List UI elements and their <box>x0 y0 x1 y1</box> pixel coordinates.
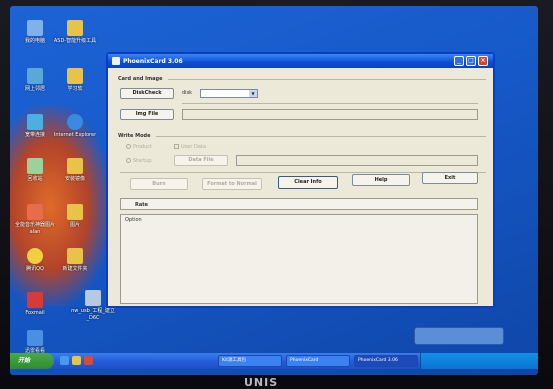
disk-select-value <box>201 101 203 107</box>
group-divider <box>182 103 478 104</box>
card-image-group-label: Card and Image <box>118 76 163 82</box>
start-button[interactable]: 开始 <box>10 353 54 369</box>
radio-circle-icon <box>126 158 131 163</box>
document-icon <box>85 290 101 306</box>
xunlei-icon <box>27 330 43 346</box>
taskbar-item-phoenixcard-306[interactable]: PhoenixCard 3.06 <box>354 355 418 367</box>
folder-icon <box>67 204 83 220</box>
rate-header: Rate <box>120 198 478 210</box>
desktop-icon-install-image[interactable]: 安装镜像 <box>52 158 98 183</box>
log-panel[interactable]: Option <box>120 214 478 304</box>
desktop-icon-foxmail[interactable]: Foxmail <box>12 292 58 317</box>
ie-quicklaunch-icon[interactable] <box>60 356 69 365</box>
monitor-brand-logo: UNIS <box>244 376 279 389</box>
app-icon <box>112 57 120 65</box>
minimize-button[interactable]: _ <box>454 56 464 66</box>
qq-penguin-icon <box>27 248 43 264</box>
img-file-button[interactable]: Img File <box>120 109 174 120</box>
write-mode-group-label: Write Mode <box>118 133 151 139</box>
desktop-icon-new-folder[interactable]: 新建文件夹 <box>52 248 98 273</box>
user-data-checkbox[interactable]: User Data <box>174 144 206 150</box>
close-button[interactable]: × <box>478 56 488 66</box>
title-bar[interactable]: PhoenixCard 3.06 <box>108 54 493 68</box>
desktop-icon-study[interactable]: 学习软 <box>52 68 98 93</box>
data-file-path[interactable] <box>236 155 478 166</box>
internet-explorer-icon <box>67 114 83 130</box>
user-data-label: User Data <box>181 144 206 150</box>
burn-button[interactable]: Burn <box>130 178 188 190</box>
disk-select[interactable]: ▼ <box>200 89 258 98</box>
desktop: 我的电脑 ASD-智能升级工具 网上邻居 学习软 宽带连接 Internet E… <box>10 6 538 375</box>
window-title: PhoenixCard 3.06 <box>123 57 183 65</box>
option-label: Option <box>125 217 142 223</box>
tray-notification[interactable] <box>414 327 504 345</box>
maximize-button[interactable]: □ <box>466 56 476 66</box>
img-file-path-text <box>183 121 185 127</box>
folder-icon <box>67 20 83 36</box>
format-to-normal-button[interactable]: Format to Normal <box>202 178 262 190</box>
folder-quicklaunch-icon[interactable] <box>72 356 81 365</box>
system-tray[interactable] <box>420 353 538 369</box>
media-quicklaunch-icon[interactable] <box>84 356 93 365</box>
taskbar: 开始 Kit源工具包 PhoenixCard PhoenixCard 3.06 <box>10 353 538 369</box>
radio-circle-icon <box>126 144 131 149</box>
desktop-icon-xunlei[interactable]: 迅雷看看 <box>12 330 58 355</box>
diskcheck-button[interactable]: DiskCheck <box>120 88 174 99</box>
clear-info-button[interactable]: Clear Info <box>278 176 338 189</box>
product-radio[interactable]: Product <box>126 144 152 150</box>
folder-icon <box>67 68 83 84</box>
img-file-path[interactable] <box>182 109 478 120</box>
image-icon <box>27 204 43 220</box>
product-radio-label: Product <box>133 144 152 150</box>
folder-icon <box>67 158 83 174</box>
computer-icon <box>27 20 43 36</box>
group-divider <box>156 136 486 137</box>
exit-button[interactable]: Exit <box>422 172 478 184</box>
group-divider <box>168 79 486 80</box>
taskbar-item-kit[interactable]: Kit源工具包 <box>218 355 282 367</box>
recycle-bin-icon <box>27 158 43 174</box>
desktop-icon-pictures[interactable]: 图片 <box>52 204 98 229</box>
disk-label: disk <box>182 90 193 96</box>
rate-label: Rate <box>135 202 149 208</box>
folder-icon <box>67 248 83 264</box>
startup-radio-label: Startup <box>133 158 152 164</box>
foxmail-icon <box>27 292 43 308</box>
data-file-button[interactable]: Data File <box>174 155 228 166</box>
phoenixcard-window[interactable]: PhoenixCard 3.06 _ □ × Card and Image Di… <box>106 52 495 308</box>
desktop-icon-ie[interactable]: Internet Explorer <box>52 114 98 139</box>
help-button[interactable]: Help <box>352 174 410 186</box>
broadband-icon <box>27 114 43 130</box>
taskbar-item-phoenixcard[interactable]: PhoenixCard <box>286 355 350 367</box>
desktop-icon-upgrade-tool[interactable]: ASD-智能升级工具 <box>52 20 98 45</box>
network-icon <box>27 68 43 84</box>
checkbox-icon <box>174 144 179 149</box>
startup-radio[interactable]: Startup <box>126 158 152 164</box>
chevron-down-icon[interactable]: ▼ <box>249 90 257 97</box>
